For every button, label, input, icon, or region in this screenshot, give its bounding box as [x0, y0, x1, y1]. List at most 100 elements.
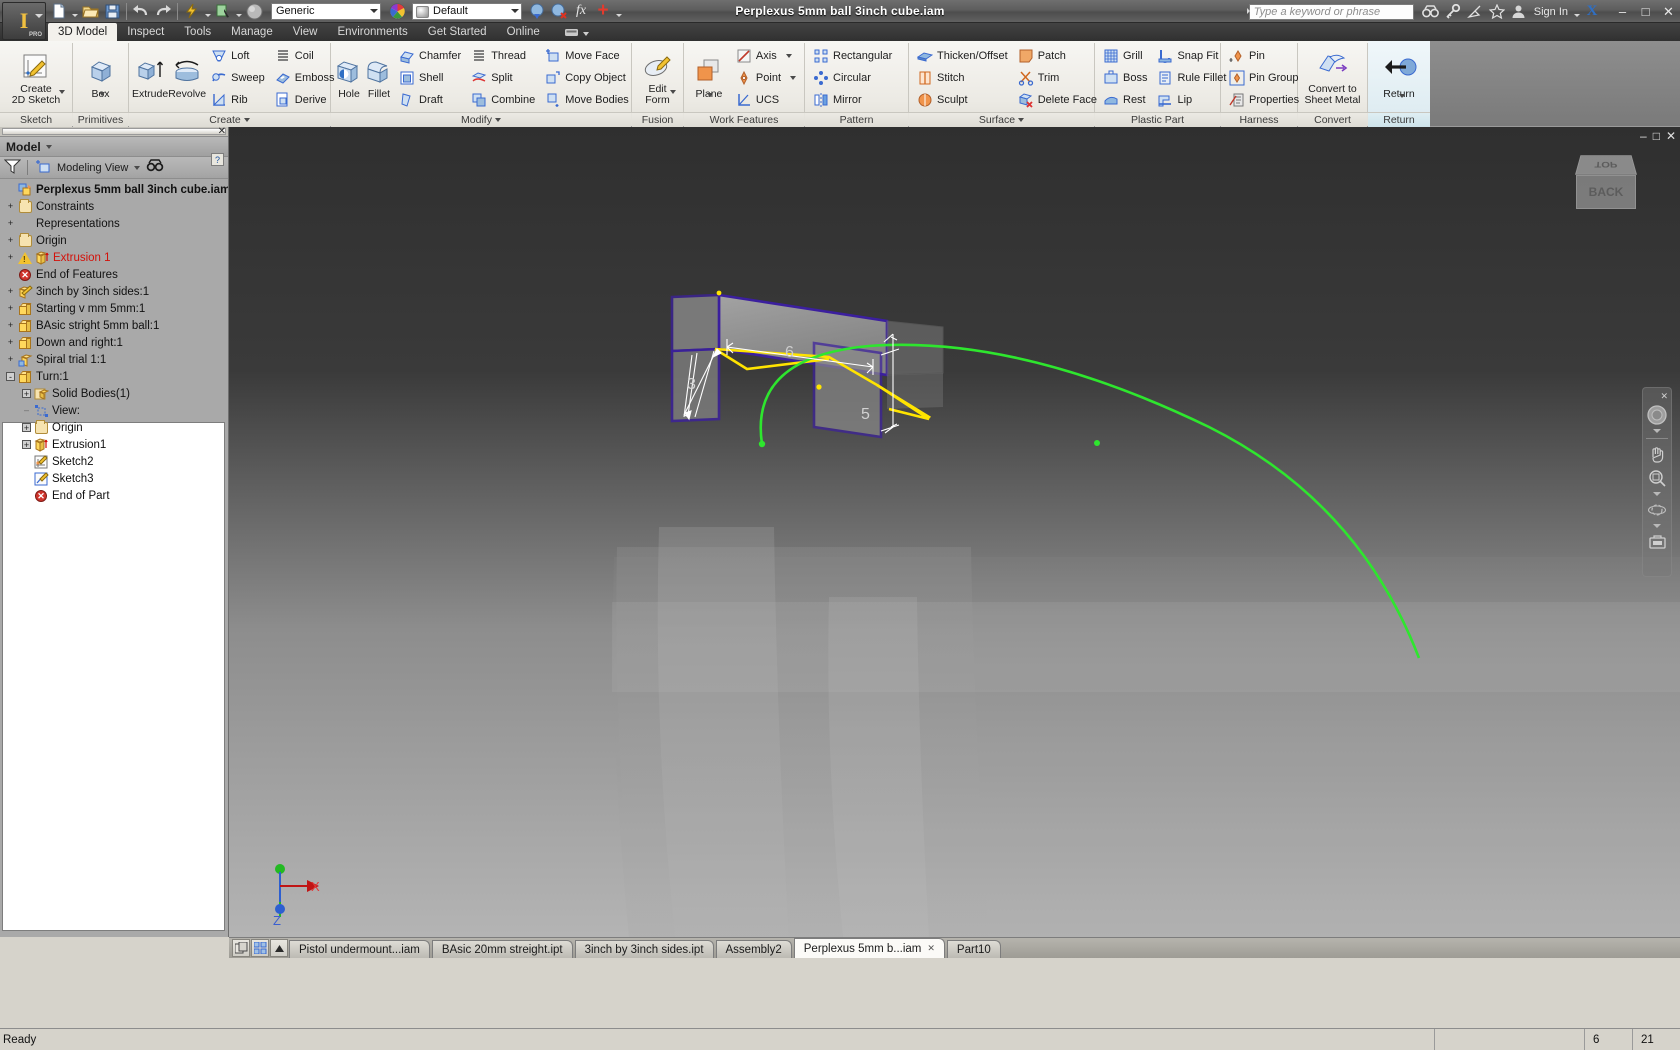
graphics-viewport[interactable]: – □ ✕ TOP BACK ✕ 3 6 5 X Z [229, 127, 1680, 937]
rule-fillet-button[interactable]: Rule Fillet [1154, 67, 1229, 88]
3d-model-geometry[interactable]: 3 6 5 X Z [229, 127, 1680, 937]
close-button[interactable]: ✕ [1657, 1, 1680, 22]
material-sphere-icon[interactable] [243, 1, 265, 22]
tree-expander[interactable]: + [6, 304, 15, 313]
patch-button[interactable]: Patch [1015, 45, 1100, 66]
snap-fit-button[interactable]: Snap Fit [1154, 45, 1229, 66]
hole-button[interactable]: Hole [334, 55, 364, 100]
chevron-down-icon[interactable] [59, 89, 65, 94]
search-expand-arrow[interactable] [1234, 7, 1255, 16]
ucs-button[interactable]: UCS [733, 89, 799, 110]
return-button[interactable]: Return [1371, 55, 1427, 100]
save-file-button[interactable] [101, 1, 123, 22]
coil-button[interactable]: Coil [272, 45, 338, 66]
thicken-offset-button[interactable]: Thicken/Offset [914, 45, 1011, 66]
viewport-restore-button[interactable]: □ [1653, 129, 1660, 143]
loft-button[interactable]: Loft [208, 45, 268, 66]
fillet-button[interactable]: Fillet [364, 55, 394, 100]
plane-button[interactable]: Plane [687, 55, 731, 100]
inventor-logo[interactable]: I PRO [2, 2, 46, 40]
rest-button[interactable]: Rest [1100, 89, 1150, 110]
pin-button[interactable]: Pin [1226, 45, 1302, 66]
tree-item-solid-bodies[interactable]: + Solid Bodies(1) [0, 385, 228, 402]
redo-button[interactable] [152, 1, 174, 22]
tree-expander[interactable]: + [22, 423, 31, 433]
browser-close-icon[interactable]: ✕ [218, 126, 226, 137]
sculpt-button[interactable]: Sculpt [914, 89, 1011, 110]
tree-item-basic-stright-5mm-ball[interactable]: + BAsic stright 5mm ball:1 [0, 317, 228, 334]
new-file-button[interactable] [48, 1, 70, 22]
select-dropdown[interactable] [234, 1, 243, 22]
key-icon[interactable] [1442, 1, 1464, 22]
draft-button[interactable]: Draft [396, 89, 464, 110]
qat-overflow-dropdown[interactable] [614, 1, 623, 22]
viewport-minimize-button[interactable]: – [1640, 129, 1647, 143]
convert-to-sheet-metal-button[interactable]: Convert to Sheet Metal [1301, 50, 1364, 106]
exchange-apps-icon[interactable]: X [1581, 1, 1603, 22]
mirror-button[interactable]: Mirror [810, 89, 895, 110]
modeling-view-label[interactable]: Modeling View [57, 162, 128, 174]
chevron-down-icon[interactable] [99, 92, 105, 96]
tree-expander[interactable]: + [6, 321, 15, 330]
new-file-dropdown[interactable] [70, 1, 79, 22]
tree-item-down-and-right[interactable]: + Down and right:1 [0, 334, 228, 351]
tile-windows-icon[interactable] [232, 939, 250, 957]
tree-item-sketch2[interactable]: Sketch2 [0, 453, 228, 470]
satellite-icon[interactable] [1464, 1, 1486, 22]
sweep-button[interactable]: Sweep [208, 67, 268, 88]
doc-tab-basic-20mm-streight[interactable]: BAsic 20mm streight.ipt [431, 940, 573, 958]
tab-manage[interactable]: Manage [221, 23, 283, 41]
minimize-button[interactable]: – [1611, 1, 1634, 22]
tree-item-3inch-sides[interactable]: + 3inch by 3inch sides:1 [0, 283, 228, 300]
search-input[interactable]: Type a keyword or phrase [1248, 3, 1414, 20]
tree-expander[interactable]: + [22, 440, 31, 450]
tree-item-part-origin[interactable]: + Origin [0, 419, 228, 436]
revolve-button[interactable]: Revolve [168, 55, 206, 100]
chevron-down-icon[interactable] [1018, 118, 1025, 122]
browser-horizontal-scrollbar[interactable]: ✕ [0, 126, 228, 137]
adjust-appearance-icon[interactable] [526, 1, 548, 22]
tab-environments[interactable]: Environments [327, 23, 417, 41]
chevron-down-icon[interactable] [134, 165, 141, 170]
tree-item-assembly-root[interactable]: Perplexus 5mm ball 3inch cube.iam [0, 181, 228, 198]
tab-inspect[interactable]: Inspect [117, 23, 174, 41]
chevron-down-icon[interactable] [494, 118, 501, 122]
browser-help-button[interactable]: ? [211, 153, 224, 166]
doc-tab-3inch-by-3inch-sides[interactable]: 3inch by 3inch sides.ipt [574, 940, 714, 958]
tree-item-extrusion-1[interactable]: + Extrusion 1 [0, 249, 228, 266]
sign-in-button[interactable]: Sign In [1530, 6, 1572, 18]
customize-qat-button[interactable]: + [592, 1, 614, 22]
tree-expander[interactable]: - [6, 372, 15, 382]
tree-item-extrusion1[interactable]: + Extrusion1 [0, 436, 228, 453]
tree-item-constraints[interactable]: + Constraints [0, 198, 228, 215]
boss-button[interactable]: Boss [1100, 67, 1150, 88]
find-icon[interactable] [146, 159, 164, 176]
chevron-down-icon[interactable] [706, 93, 713, 97]
box-button[interactable]: Box [76, 55, 125, 100]
tab-scroll-up-icon[interactable] [270, 939, 288, 957]
thread-button[interactable]: Thread [468, 45, 538, 66]
tree-expander[interactable]: + [6, 287, 15, 296]
tab-get-started[interactable]: Get Started [418, 23, 497, 41]
view-cube-top-face[interactable]: TOP [1575, 155, 1637, 175]
close-icon[interactable]: ✕ [927, 943, 935, 954]
stitch-button[interactable]: Stitch [914, 67, 1011, 88]
undo-button[interactable] [130, 1, 152, 22]
harness-properties-button[interactable]: Properties [1226, 89, 1302, 110]
steering-wheel-icon[interactable] [1645, 404, 1669, 426]
tab-online[interactable]: Online [497, 23, 550, 41]
tab-view[interactable]: View [283, 23, 328, 41]
update-button[interactable] [181, 1, 203, 22]
filter-icon[interactable] [3, 159, 22, 177]
edit-form-button[interactable]: Edit Form [635, 50, 680, 106]
tree-expander[interactable] [6, 185, 15, 194]
appearance-combo[interactable]: Default [412, 2, 522, 20]
grill-button[interactable]: Grill [1100, 45, 1150, 66]
tree-item-spiral-trial-1[interactable]: + Spiral trial 1:1 [0, 351, 228, 368]
ribbon-minimize-icon[interactable] [564, 27, 579, 41]
doc-tab-part10[interactable]: Part10 [946, 940, 1001, 958]
chevron-down-icon[interactable] [785, 53, 792, 58]
doc-tab-assembly2[interactable]: Assembly2 [715, 940, 792, 958]
orbit-icon[interactable] [1645, 499, 1669, 521]
view-cube[interactable]: TOP BACK [1568, 149, 1644, 223]
